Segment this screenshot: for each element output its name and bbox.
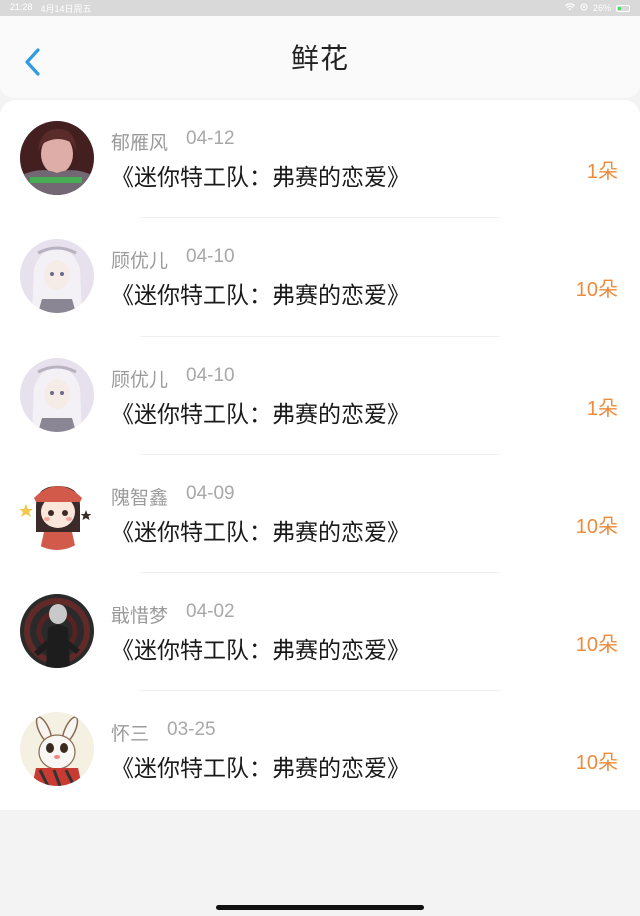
user-name: 郁雁风 (111, 132, 169, 154)
flower-count: 1朵 (586, 397, 618, 420)
item-date: 04-10 (186, 364, 235, 386)
list-item[interactable]: 隗智鑫 04-09 《迷你特工队：弗赛的恋爱》 10朵 (0, 455, 640, 574)
work-title: 《迷你特工队：弗赛的恋爱》 (111, 165, 410, 191)
page-title: 鲜花 (290, 42, 349, 75)
work-title: 《迷你特工队：弗赛的恋爱》 (111, 756, 410, 783)
status-time: 21:28 (10, 1, 33, 12)
nav-bar: 鲜花 (0, 16, 640, 98)
list-item[interactable]: 顾优儿 04-10 《迷你特工队：弗赛的恋爱》 10朵 (0, 218, 640, 337)
status-bar: 21:28 4月14日周五 26% (0, 0, 640, 16)
flower-count: 10朵 (575, 634, 618, 657)
flower-count: 10朵 (575, 515, 618, 538)
list-item[interactable]: 郁雁风 04-12 《迷你特工队：弗赛的恋爱》 1朵 (0, 100, 640, 219)
work-title: 《迷你特工队：弗赛的恋爱》 (111, 283, 410, 310)
chevron-left-icon[interactable] (22, 47, 44, 77)
battery-icon (616, 4, 630, 12)
work-title: 《迷你特工队：弗赛的恋爱》 (111, 638, 410, 665)
list-item[interactable]: 顾优儿 04-10 《迷你特工队：弗赛的恋爱》 1朵 (0, 337, 640, 455)
battery-level: 26% (592, 3, 611, 13)
item-date: 04-02 (186, 601, 235, 623)
flower-list: 郁雁风 04-12 《迷你特工队：弗赛的恋爱》 1朵 顾优儿 04-10 《迷你… (0, 100, 640, 810)
avatar[interactable] (20, 475, 94, 550)
work-title: 《迷你特工队：弗赛的恋爱》 (111, 401, 410, 428)
user-name: 顾优儿 (111, 368, 169, 391)
user-name: 隗智鑫 (111, 486, 169, 509)
lock-rotation-icon (580, 3, 588, 13)
status-date: 4月14日周五 (40, 3, 92, 14)
user-name: 顾优儿 (111, 250, 169, 273)
avatar[interactable] (20, 357, 94, 432)
flower-count: 10朵 (575, 752, 618, 775)
flower-count: 10朵 (575, 279, 618, 302)
wifi-icon (564, 3, 575, 13)
avatar[interactable] (20, 239, 94, 314)
item-date: 04-10 (186, 246, 235, 268)
avatar[interactable] (20, 594, 94, 669)
item-date: 04-09 (186, 482, 235, 504)
work-title: 《迷你特工队：弗赛的恋爱》 (111, 519, 410, 546)
list-item[interactable]: 怀三 03-25 《迷你特工队：弗赛的恋爱》 10朵 (0, 691, 640, 809)
home-indicator[interactable] (216, 905, 424, 910)
list-item[interactable]: 戢惜梦 04-02 《迷你特工队：弗赛的恋爱》 10朵 (0, 573, 640, 692)
user-name: 怀三 (111, 723, 150, 746)
avatar[interactable] (20, 121, 94, 195)
flower-count: 1朵 (586, 161, 618, 183)
item-date: 03-25 (167, 719, 216, 741)
item-date: 04-12 (186, 128, 235, 149)
avatar[interactable] (20, 712, 94, 787)
user-name: 戢惜梦 (111, 605, 169, 628)
